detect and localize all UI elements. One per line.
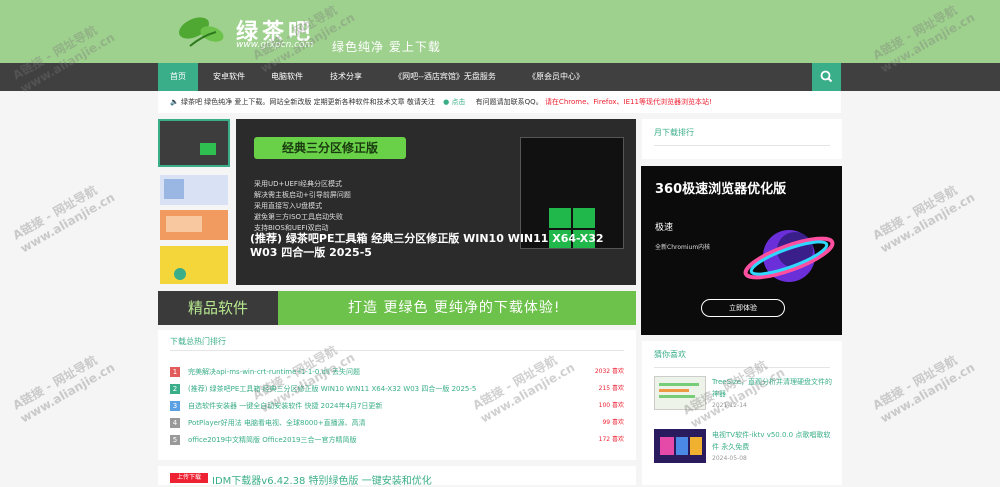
rank-number: 4 (170, 418, 180, 428)
rank-link[interactable]: PotPlayer好用法 电脑看电视、全球8000+直播源、高清 (188, 416, 366, 430)
site-logo-url: www.gtxpcn.com (236, 40, 314, 50)
banner-feature: 避免第三方ISO工具启动失败 (254, 213, 344, 221)
main-nav: 首页 安卓软件 电脑软件 技术分享 《网吧--酒店宾馆》无盘服务 《原会员中心》 (0, 63, 1000, 91)
notice-bar: 🔈 绿茶吧 绿色纯净 爱上下载。网站全新改版 定期更新各种软件和技术文章 敬请关… (158, 91, 841, 113)
rank-link[interactable]: 完美解决api-ms-win-crt-runtime-l1-1-0.dll 丢失… (188, 365, 360, 379)
rank-likes: 2032 喜欢 (594, 368, 624, 375)
promo-strip[interactable]: 精品软件 打造 更绿色 更纯净的下载体验! (158, 291, 636, 325)
slider-thumb[interactable] (160, 246, 228, 284)
recommend-item[interactable]: TreeSize，直观分析并清理硬盘文件的神器 2021-12-14 (654, 376, 834, 416)
recommend-title: 猜你喜欢 (654, 350, 686, 359)
rank-likes: 172 喜欢 (598, 436, 624, 443)
banner-feature: 采用UD+UEFI经典分区模式 (254, 180, 343, 188)
recommend-thumbnail[interactable] (654, 429, 706, 463)
featured-banner[interactable]: 经典三分区修正版 采用UD+UEFI经典分区模式 解决需主板启动+引导前屏问题 … (236, 119, 636, 285)
rank-row[interactable]: 4 PotPlayer好用法 电脑看电视、全球8000+直播源、高清 99 喜欢 (170, 416, 624, 430)
recommend-item[interactable]: 电视TV软件-iktv v50.0.0 点歌唱歌软件 永久免费 2024-05-… (654, 429, 834, 469)
banner-feature: 解决需主板启动+引导前屏问题 (254, 191, 351, 199)
promo-left: 精品软件 (158, 291, 278, 325)
banner-features: 采用UD+UEFI经典分区模式 解决需主板启动+引导前屏问题 采用直接写入U盘模… (254, 179, 351, 234)
rank-number: 2 (170, 384, 180, 394)
recommend-thumbnail[interactable] (654, 376, 706, 410)
nav-item-home[interactable]: 首页 (158, 63, 198, 91)
rank-likes: 215 喜欢 (598, 385, 624, 392)
rank-link[interactable]: 自选软件安装器 一键全自动安装软件 快捷 2024年4月7日更新 (188, 399, 382, 413)
divider (170, 350, 624, 351)
recommend-box: 猜你喜欢 TreeSize，直观分析并清理硬盘文件的神器 2021-12-14 … (642, 341, 842, 485)
hot-download-rank: 下载总热门排行 1 完美解决api-ms-win-crt-runtime-l1-… (158, 330, 636, 460)
watermark: A链接 - 网址导航 www.alianjie.cn (870, 183, 978, 256)
site-slogan: 绿色纯净 爱上下载 (332, 40, 441, 54)
rank-title: 下载总热门排行 (170, 337, 226, 346)
monthly-rank-title: 月下载排行 (654, 128, 694, 137)
promo-right: 打造 更绿色 更纯净的下载体验! (348, 300, 561, 316)
search-button[interactable] (812, 63, 841, 91)
recommend-link[interactable]: TreeSize，直观分析并清理硬盘文件的神器 (712, 376, 836, 400)
speaker-icon: 🔈 (170, 98, 179, 106)
slider-thumb[interactable] (158, 119, 230, 167)
rank-link[interactable]: office2019中文精简版 Office2019三合一官方精简版 (188, 433, 357, 447)
banner-headline: 经典三分区修正版 (254, 137, 406, 159)
rank-number: 1 (170, 367, 180, 377)
site-header: 绿茶吧 www.gtxpcn.com 绿色纯净 爱上下载 (0, 0, 1000, 63)
rank-link[interactable]: (推荐) 绿茶吧PE工具箱 经典三分区修正版 WIN10 WIN11 X64-X… (188, 382, 476, 396)
browser-ad[interactable]: 360极速浏览器优化版 极速 全新Chromium内核 立即体验 (641, 166, 842, 335)
notice-text: 绿茶吧 绿色纯净 爱上下载。网站全新改版 定期更新各种软件和技术文章 敬请关注 (180, 98, 435, 106)
qq-icon: ● (443, 98, 450, 106)
divider (654, 367, 830, 368)
banner-title[interactable]: (推荐) 绿茶吧PE工具箱 经典三分区修正版 WIN10 WIN11 X64-X… (250, 232, 630, 260)
notice-click-link[interactable]: 点击 (451, 98, 465, 106)
planet-icon (743, 230, 835, 282)
notice-browser-warning: 请在Chrome、Firefox、IE11等现代浏览器浏览本站! (544, 98, 712, 106)
nav-item-diskless[interactable]: 《网吧--酒店宾馆》无盘服务 (380, 63, 510, 91)
recommend-link[interactable]: 电视TV软件-iktv v50.0.0 点歌唱歌软件 永久免费 (712, 429, 836, 453)
nav-item-pc-software[interactable]: 电脑软件 (258, 63, 316, 91)
nav-item-android[interactable]: 安卓软件 (200, 63, 258, 91)
rank-row[interactable]: 2 (推荐) 绿茶吧PE工具箱 经典三分区修正版 WIN10 WIN11 X64… (170, 382, 624, 396)
slider-thumb[interactable] (160, 210, 228, 240)
nav-item-tech[interactable]: 技术分享 (316, 63, 376, 91)
search-icon (820, 70, 833, 83)
watermark: A链接 - 网址导航 www.alianjie.cn (10, 183, 118, 256)
notice-qq-text: 有问题请加联系QQ。 (475, 98, 543, 106)
rank-row[interactable]: 1 完美解决api-ms-win-crt-runtime-l1-1-0.dll … (170, 365, 624, 379)
try-now-button[interactable]: 立即体验 (701, 299, 785, 317)
rank-likes: 99 喜欢 (602, 419, 624, 426)
leaf-logo-icon[interactable] (172, 10, 232, 50)
nav-item-member[interactable]: 《原会员中心》 (520, 63, 592, 91)
rank-likes: 100 喜欢 (598, 402, 624, 409)
divider (654, 145, 830, 146)
watermark: A链接 - 网址导航 www.alianjie.cn (870, 353, 978, 426)
recommend-date: 2024-05-08 (712, 455, 747, 462)
rank-number: 5 (170, 435, 180, 445)
browser-ad-title: 360极速浏览器优化版 (655, 182, 787, 197)
latest-post: 上传下载 IDM下载器v6.42.38 特别绿色版 一键安装和优化 (158, 466, 636, 487)
browser-ad-subtitle: 极速 (655, 223, 674, 233)
slider-thumb[interactable] (160, 175, 228, 205)
banner-feature: 采用直接写入U盘模式 (254, 202, 323, 210)
monthly-rank: 月下载排行 (642, 119, 842, 159)
rank-number: 3 (170, 401, 180, 411)
rank-row[interactable]: 3 自选软件安装器 一键全自动安装软件 快捷 2024年4月7日更新 100 喜… (170, 399, 624, 413)
rank-row[interactable]: 5 office2019中文精简版 Office2019三合一官方精简版 172… (170, 433, 624, 447)
category-badge[interactable]: 上传下载 (170, 473, 208, 483)
recommend-date: 2021-12-14 (712, 402, 747, 409)
watermark: A链接 - 网址导航 www.alianjie.cn (10, 353, 118, 426)
browser-ad-tagline: 全新Chromium内核 (655, 244, 711, 251)
